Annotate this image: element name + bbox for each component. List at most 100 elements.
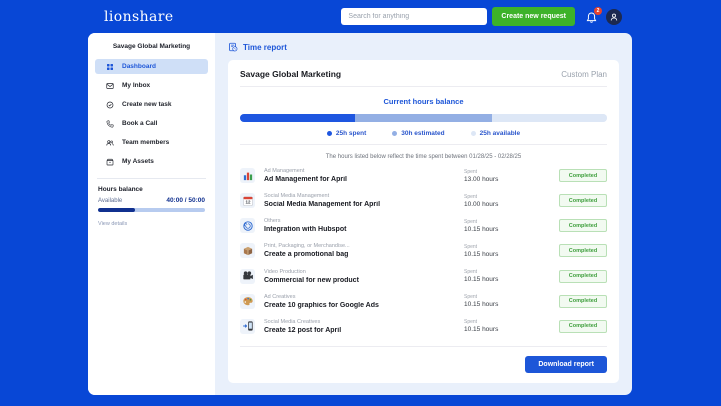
spent-hours: 10.15 hours bbox=[464, 250, 499, 258]
sidebar-item-label: Book a Call bbox=[122, 120, 158, 127]
notifications-button[interactable]: 2 bbox=[585, 6, 602, 25]
spent-segment bbox=[240, 114, 355, 122]
hours-balance-widget: Hours balance Available 40:00 / 50:00 Vi… bbox=[95, 186, 208, 230]
task-row[interactable]: 12 Social Media Management Social Media … bbox=[240, 189, 607, 212]
legend-label: 25h available bbox=[479, 130, 521, 137]
sidebar-item-dashboard[interactable]: Dashboard bbox=[95, 59, 208, 74]
time-report-icon bbox=[229, 42, 238, 52]
top-header: lionshare Create new request 2 bbox=[0, 0, 721, 33]
hours-available-label: Available bbox=[98, 198, 123, 204]
sidebar-item-my-inbox[interactable]: My Inbox bbox=[95, 78, 208, 93]
hours-balance-title: Hours balance bbox=[98, 186, 143, 193]
status-badge: Completed bbox=[559, 194, 607, 208]
download-report-button[interactable]: Download report bbox=[525, 356, 607, 373]
sidebar-item-my-assets[interactable]: My Assets bbox=[95, 154, 208, 169]
palette-icon bbox=[240, 293, 255, 309]
legend-item-available: 25h available bbox=[470, 130, 521, 137]
task-category: Social Media Creatives bbox=[264, 318, 321, 325]
hours-balance-stacked-bar bbox=[240, 114, 607, 122]
hours-available-value: 40:00 / 50:00 bbox=[166, 197, 205, 204]
status-badge: Completed bbox=[559, 244, 607, 258]
task-title: Integration with Hubspot bbox=[264, 226, 347, 234]
movie-camera-icon bbox=[240, 268, 255, 284]
task-row[interactable]: Social Media Creatives Create 12 post fo… bbox=[240, 315, 607, 338]
package-box-icon bbox=[240, 243, 255, 259]
divider bbox=[240, 86, 607, 87]
page-title: Time report bbox=[243, 42, 287, 52]
legend-item-spent: 25h spent bbox=[326, 130, 367, 137]
spent-hours: 10.15 hours bbox=[464, 276, 499, 284]
sidebar-item-label: Team members bbox=[122, 139, 170, 146]
hubspot-spiral-icon bbox=[240, 218, 255, 234]
hours-legend: 25h spent 30h estimated 25h available bbox=[240, 130, 607, 137]
spent-label: Spent bbox=[464, 294, 478, 301]
task-title: Create 10 graphics for Google Ads bbox=[264, 301, 379, 309]
status-badge: Completed bbox=[559, 319, 607, 333]
mobile-phone-arrow-icon bbox=[240, 318, 255, 334]
phone-icon bbox=[106, 119, 114, 127]
task-row[interactable]: Ad Management Ad Management for April Sp… bbox=[240, 164, 607, 187]
spent-hours: 13.00 hours bbox=[464, 175, 499, 183]
spent-label: Spent bbox=[464, 319, 478, 326]
sidebar-nav: Dashboard My Inbox Create new task Book … bbox=[95, 59, 208, 173]
view-details-link[interactable]: View details bbox=[98, 221, 127, 227]
task-category: Social Media Management bbox=[264, 193, 330, 200]
legend-label: 30h estimated bbox=[401, 130, 445, 137]
spent-hours: 10.15 hours bbox=[464, 225, 499, 233]
status-badge: Completed bbox=[559, 169, 607, 183]
spent-label: Spent bbox=[464, 193, 478, 200]
sidebar-divider bbox=[97, 178, 206, 179]
sidebar-item-book-a-call[interactable]: Book a Call bbox=[95, 116, 208, 131]
available-dot-icon bbox=[470, 131, 476, 136]
search-input[interactable] bbox=[341, 8, 488, 25]
task-row[interactable]: Print, Packaging, or Merchandise... Crea… bbox=[240, 239, 607, 262]
hours-balance-progress-fill bbox=[98, 208, 136, 212]
divider bbox=[240, 144, 607, 145]
estimated-dot-icon bbox=[392, 131, 398, 136]
sidebar: Savage Global Marketing Dashboard My Inb… bbox=[88, 33, 215, 395]
task-list: Ad Management Ad Management for April Sp… bbox=[240, 163, 607, 339]
time-report-card: Savage Global Marketing Custom Plan Curr… bbox=[228, 60, 619, 383]
page-title-row: Time report bbox=[228, 42, 619, 52]
sidebar-item-create-new-task[interactable]: Create new task bbox=[95, 97, 208, 112]
legend-label: 25h spent bbox=[335, 130, 367, 137]
task-category: Others bbox=[264, 218, 281, 225]
task-title: Create a promotional bag bbox=[264, 251, 349, 259]
task-row[interactable]: Video Production Commercial for new prod… bbox=[240, 265, 607, 288]
task-title: Commercial for new product bbox=[264, 276, 359, 284]
spent-dot-icon bbox=[326, 131, 332, 136]
inbox-envelope-icon bbox=[106, 82, 114, 89]
spent-label: Spent bbox=[464, 269, 478, 276]
task-title: Social Media Management for April bbox=[264, 201, 381, 209]
sidebar-item-label: My Assets bbox=[122, 158, 154, 165]
spent-label: Spent bbox=[464, 243, 478, 250]
task-title: Create 12 post for April bbox=[264, 326, 342, 334]
spent-hours: 10.00 hours bbox=[464, 200, 499, 208]
check-circle-icon bbox=[106, 101, 114, 108]
status-badge: Completed bbox=[559, 219, 607, 233]
sidebar-item-label: Create new task bbox=[122, 101, 172, 108]
task-category: Ad Management bbox=[264, 168, 305, 175]
sidebar-client-name: Savage Global Marketing bbox=[112, 43, 191, 50]
avatar[interactable] bbox=[606, 8, 622, 25]
app-canvas: lionshare Create new request 2 Savage Gl… bbox=[0, 0, 721, 406]
calendar-icon: 12 bbox=[240, 193, 255, 209]
estimated-segment bbox=[354, 114, 493, 122]
sidebar-item-team-members[interactable]: Team members bbox=[95, 135, 208, 150]
task-row[interactable]: Ad Creatives Create 10 graphics for Goog… bbox=[240, 290, 607, 313]
create-new-request-button[interactable]: Create new request bbox=[492, 7, 575, 26]
divider bbox=[240, 346, 607, 347]
people-icon bbox=[106, 139, 114, 146]
sidebar-item-label: My Inbox bbox=[122, 82, 151, 89]
legend-item-estimated: 30h estimated bbox=[392, 130, 445, 137]
person-icon bbox=[610, 13, 618, 21]
spent-label: Spent bbox=[464, 168, 478, 175]
spent-label: Spent bbox=[464, 218, 478, 225]
task-row[interactable]: Others Integration with Hubspot Spent 10… bbox=[240, 214, 607, 237]
task-title: Ad Management for April bbox=[264, 176, 347, 184]
task-category: Video Production bbox=[264, 268, 306, 275]
bar-chart-icon bbox=[240, 168, 255, 184]
card-client-name: Savage Global Marketing bbox=[240, 69, 342, 79]
logo: lionshare bbox=[104, 8, 174, 25]
main-content: Time report Savage Global Marketing Cust… bbox=[215, 33, 632, 395]
